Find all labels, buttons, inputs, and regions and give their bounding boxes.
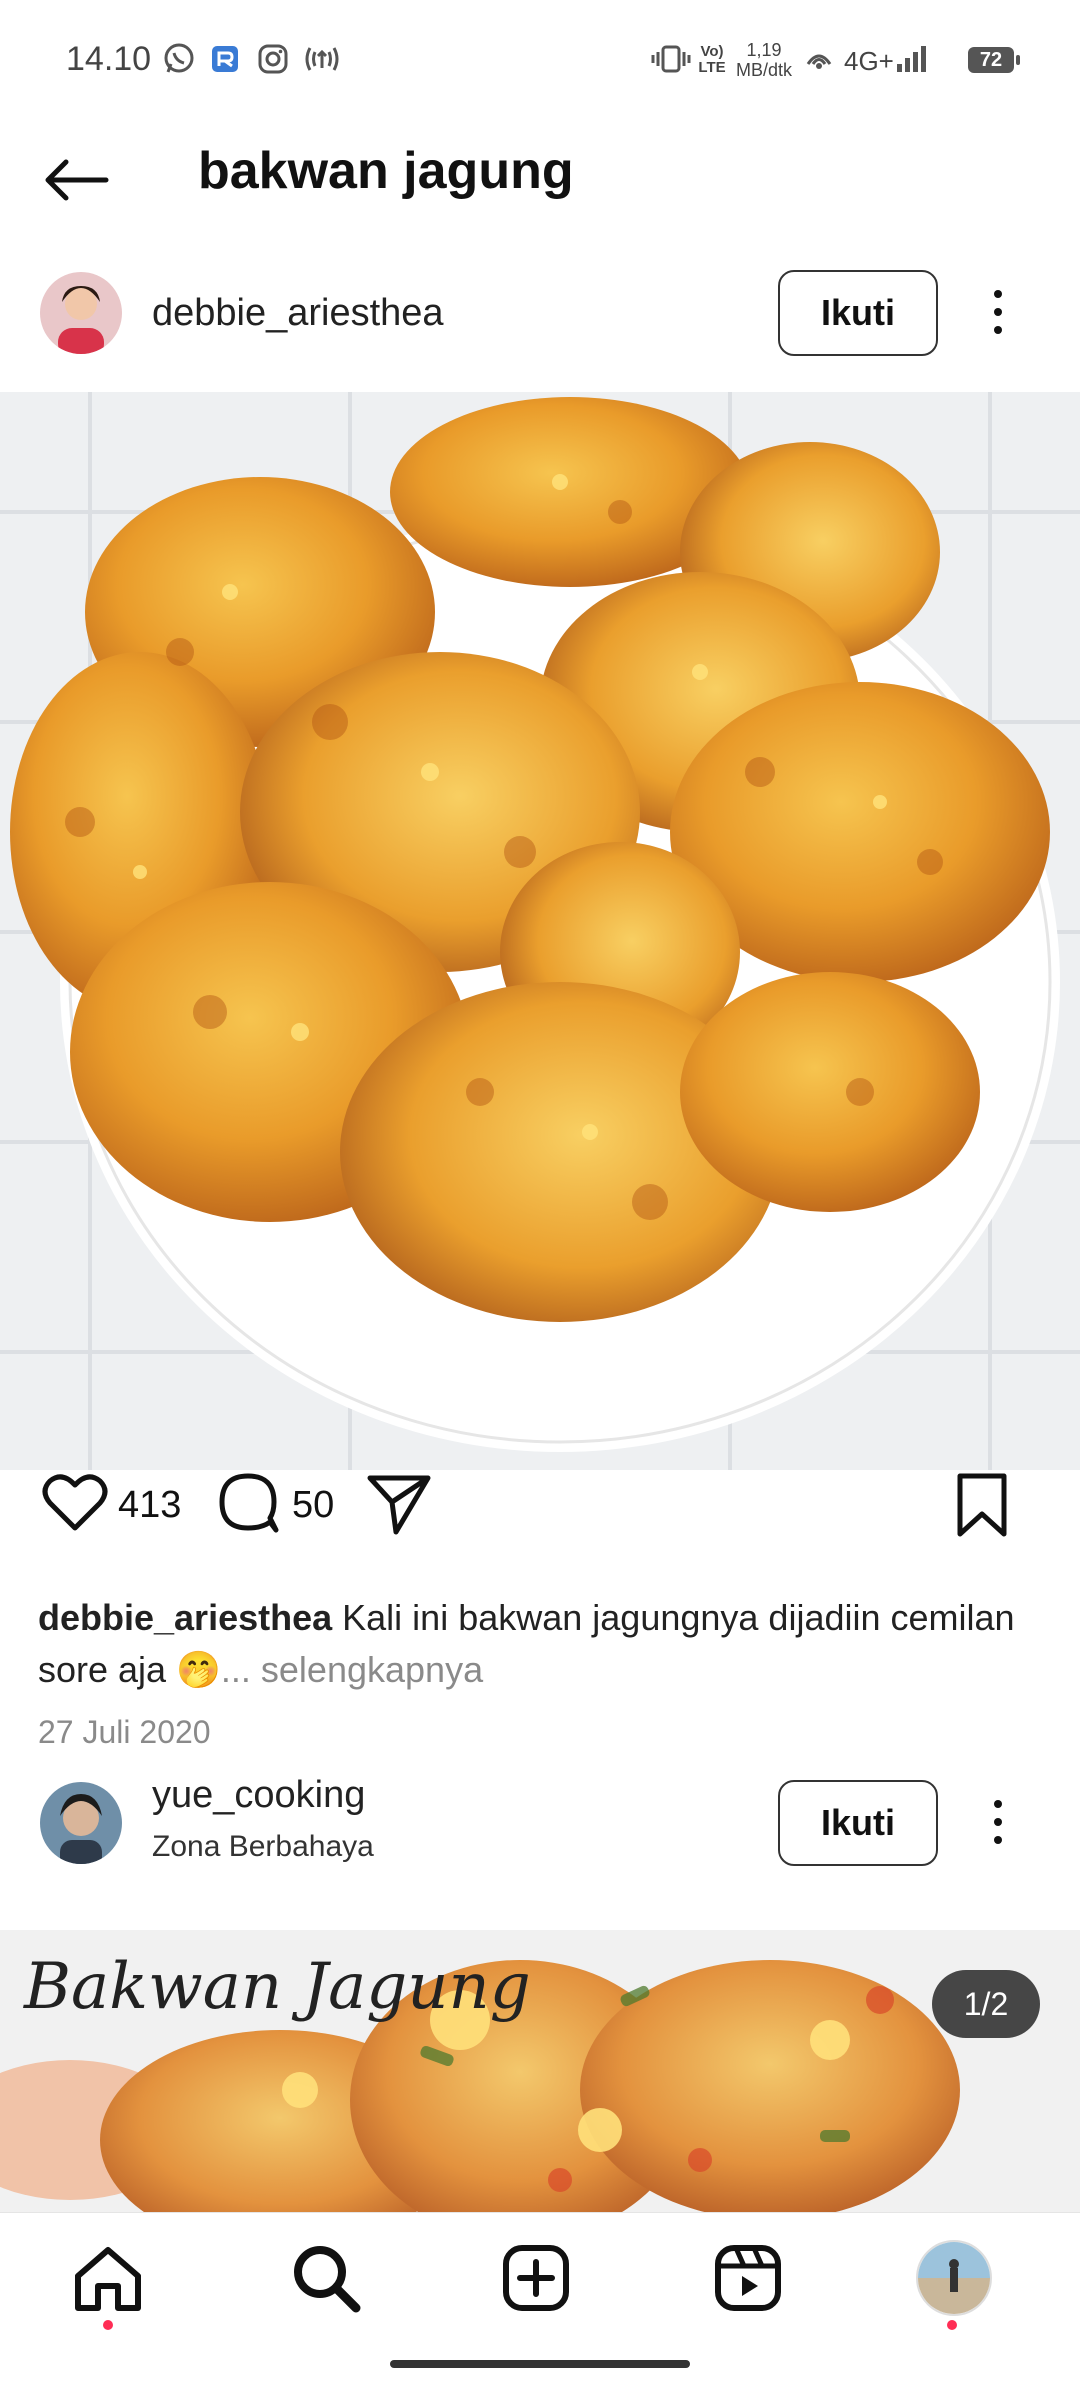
status-bar: 14.10 Vo) LTE 1,19 MB/dtk 4G+ 72 [0,0,1080,126]
data-icon [806,54,832,69]
status-time: 14.10 [66,40,152,78]
follow-button[interactable]: Ikuti [778,1780,938,1866]
search-icon[interactable] [286,2238,366,2318]
volte-icon: Vo) LTE [696,44,728,76]
more-options-icon[interactable] [978,1792,1018,1852]
comment-icon[interactable] [214,1470,282,1538]
home-icon[interactable] [68,2238,148,2318]
follow-button[interactable]: Ikuti [778,270,938,356]
carousel-counter: 1/2 [932,1970,1040,2038]
whatsapp-icon [164,43,194,73]
network-speed-value: 1,19 [746,40,782,60]
profile-notification-dot [947,2320,957,2330]
volte-bottom-label: LTE [698,59,726,76]
share-icon[interactable] [364,1470,434,1538]
network-speed-unit: MB/dtk [735,60,792,80]
vibrate-icon [651,45,691,73]
likes-count[interactable]: 413 [118,1484,181,1527]
back-arrow-icon[interactable] [38,140,118,220]
instagram-icon [258,44,288,74]
caption-more-link[interactable]: ... selengkapnya [221,1649,483,1690]
more-options-icon[interactable] [978,282,1018,342]
app-icon [212,46,238,72]
image-overlay-title: Bakwan Jagung [24,1950,531,2024]
post-caption: debbie_ariesthea Kali ini bakwan jagungn… [38,1592,1048,1696]
caption-username[interactable]: debbie_ariesthea [38,1597,332,1638]
post-date: 27 Juli 2020 [38,1714,211,1750]
page-title: bakwan jagung [198,142,574,200]
battery-icon: 72 [968,47,1020,73]
profile-avatar[interactable] [916,2240,992,2316]
volte-top-label: Vo) [700,43,724,60]
comments-count[interactable]: 50 [292,1484,334,1527]
create-icon[interactable] [496,2238,576,2318]
avatar[interactable] [40,272,122,354]
notification-dot [103,2320,113,2330]
signal-icon [897,46,926,72]
bookmark-icon[interactable] [950,1470,1014,1540]
post-username[interactable]: yue_cooking [152,1774,365,1817]
gesture-bar[interactable] [390,2360,690,2368]
hotspot-icon [305,47,339,71]
like-icon[interactable] [40,1468,110,1538]
reels-icon[interactable] [708,2238,788,2318]
avatar[interactable] [40,1782,122,1864]
post-username[interactable]: debbie_ariesthea [152,292,444,335]
network-speed: 1,19 MB/dtk [734,40,794,80]
network-type: 4G+ [844,46,894,76]
post-image[interactable]: @debbie_ariesthea [0,392,1080,1470]
post-location[interactable]: Zona Berbahaya [152,1830,374,1864]
